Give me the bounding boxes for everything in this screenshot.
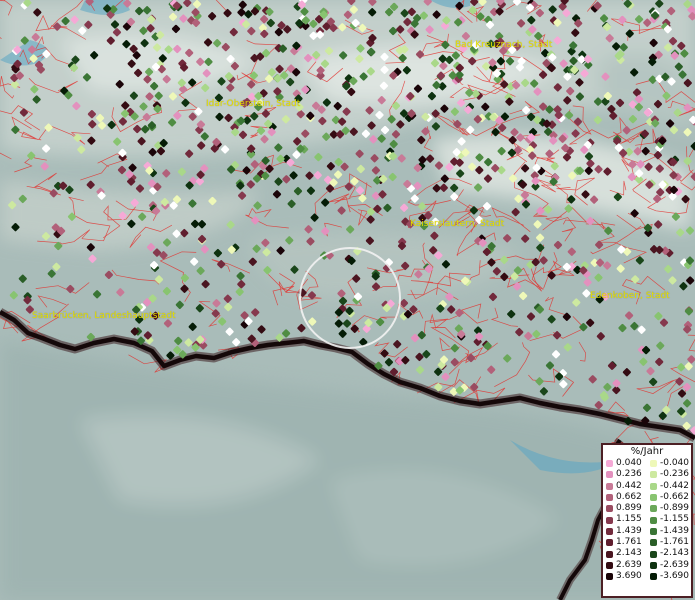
legend-entry-positive: 2.639	[603, 560, 647, 571]
legend-entry-negative: -0.040	[647, 458, 691, 469]
legend-entry-negative: -1.439	[647, 526, 691, 537]
legend-entry-negative: -1.761	[647, 537, 691, 548]
legend-value: -0.236	[660, 469, 690, 480]
legend-entry-negative: -2.143	[647, 548, 691, 559]
legend-swatch	[650, 460, 657, 468]
legend-value: 2.143	[616, 548, 642, 559]
legend-value: -3.690	[660, 570, 690, 581]
city-label-idar-oberstein: Idar-Oberstein, Stadt	[206, 99, 301, 109]
legend-value: 3.690	[616, 570, 642, 581]
legend-swatch	[606, 494, 613, 502]
legend-swatch	[606, 482, 613, 490]
legend-value: 0.236	[616, 469, 642, 480]
map-legend: %/Jahr 0.040 -0.040 0.236 -0.236 0.442 -0.442…	[601, 443, 693, 598]
legend-value: -1.761	[660, 537, 690, 548]
legend-title: %/Jahr	[630, 446, 664, 457]
legend-row: 0.236 -0.236	[603, 469, 691, 480]
legend-entry-positive: 1.439	[603, 526, 647, 537]
legend-swatch	[606, 505, 613, 513]
legend-swatch	[650, 573, 657, 581]
legend-entry-positive: 0.040	[603, 458, 647, 469]
legend-entry-negative: -1.155	[647, 514, 691, 525]
legend-value: 1.439	[616, 525, 642, 536]
legend-value: -2.143	[660, 548, 690, 559]
legend-value: -0.899	[660, 503, 690, 514]
legend-swatch	[606, 527, 613, 535]
legend-entry-positive: 0.236	[603, 469, 647, 480]
legend-value: 2.639	[616, 559, 642, 570]
legend-value: 0.442	[616, 480, 642, 491]
legend-entry-negative: -0.442	[647, 481, 691, 492]
legend-swatch	[650, 471, 657, 479]
legend-swatch	[650, 550, 657, 558]
legend-value: -1.439	[660, 525, 690, 536]
legend-swatch	[650, 539, 657, 547]
legend-row: 1.439 -1.439	[603, 526, 691, 537]
legend-row: 2.639 -2.639	[603, 560, 691, 571]
legend-value: -2.639	[660, 559, 690, 570]
legend-swatch	[606, 471, 613, 479]
legend-row: 0.899 -0.899	[603, 503, 691, 514]
legend-value: -0.040	[660, 458, 690, 468]
legend-value: 1.155	[616, 514, 642, 525]
legend-entry-positive: 3.690	[603, 571, 647, 582]
legend-swatch	[606, 550, 613, 558]
legend-value: -0.662	[660, 491, 690, 502]
legend-entry-positive: 0.662	[603, 492, 647, 503]
city-label-edenkoben: Edenkoben, Stadt	[590, 291, 670, 301]
legend-row: 0.662 -0.662	[603, 492, 691, 503]
legend-value: 0.662	[616, 491, 642, 502]
legend-row: 3.690 -3.690	[603, 571, 691, 582]
legend-row: 0.442 -0.442	[603, 481, 691, 492]
legend-row: 2.143 -2.143	[603, 548, 691, 559]
legend-value: -0.442	[660, 480, 690, 491]
legend-value: 0.040	[616, 458, 642, 468]
legend-swatch	[606, 516, 613, 524]
legend-entry-negative: -0.662	[647, 492, 691, 503]
legend-row: 0.040 -0.040	[603, 458, 691, 469]
legend-value: 0.899	[616, 503, 642, 514]
legend-row: 1.761 -1.761	[603, 537, 691, 548]
legend-swatch	[650, 505, 657, 513]
legend-entry-positive: 1.155	[603, 514, 647, 525]
city-label-saarbruecken: Saarbrücken, Landeshauptstadt	[32, 311, 176, 321]
legend-entry-positive: 1.761	[603, 537, 647, 548]
legend-value: 1.761	[616, 537, 642, 548]
legend-swatch	[650, 482, 657, 490]
legend-entry-negative: -3.690	[647, 571, 691, 582]
legend-row: 1.155 -1.155	[603, 514, 691, 525]
legend-swatch	[650, 527, 657, 535]
legend-swatch	[606, 573, 613, 581]
legend-entry-positive: 0.442	[603, 481, 647, 492]
legend-swatch	[606, 460, 613, 468]
legend-swatch	[650, 561, 657, 569]
legend-swatch	[606, 561, 613, 569]
legend-entry-negative: -2.639	[647, 560, 691, 571]
legend-swatch	[606, 539, 613, 547]
legend-rows: 0.040 -0.040 0.236 -0.236 0.442 -0.442 0.662 -0…	[603, 458, 691, 582]
legend-entry-positive: 0.899	[603, 503, 647, 514]
legend-value: -1.155	[660, 514, 690, 525]
legend-swatch	[650, 516, 657, 524]
city-label-kaiserslautern: Kaiserslautern, Stadt	[410, 219, 505, 229]
city-label-bad-kreuznach: Bad Kreuznach, Stadt	[455, 40, 553, 50]
legend-entry-negative: -0.899	[647, 503, 691, 514]
legend-entry-negative: -0.236	[647, 469, 691, 480]
legend-swatch	[650, 494, 657, 502]
legend-entry-positive: 2.143	[603, 548, 647, 559]
